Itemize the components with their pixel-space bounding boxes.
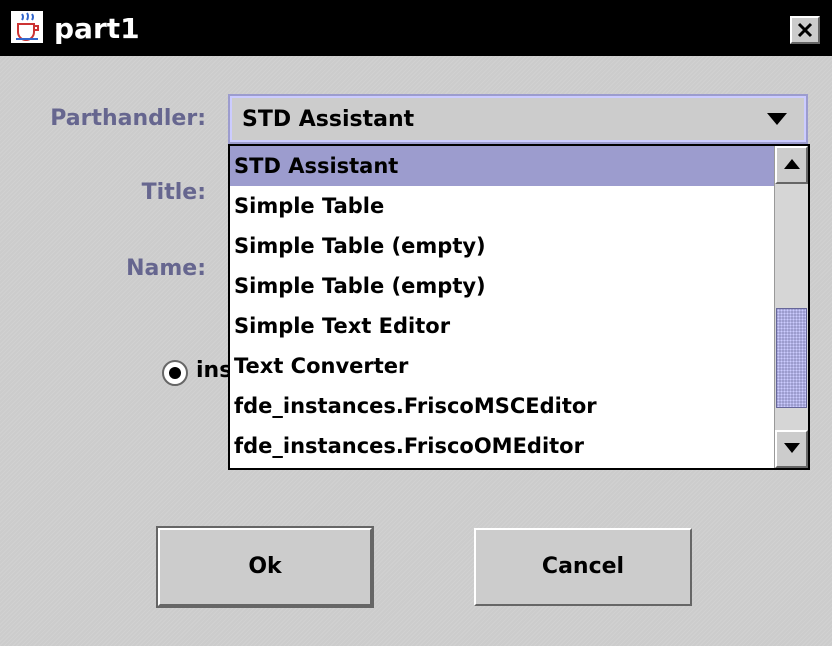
ok-button[interactable]: Ok [156,526,374,608]
chevron-down-icon[interactable] [766,112,788,126]
scroll-down-button[interactable] [775,430,808,468]
instance-radio-label: ins [196,358,228,383]
name-label: Name: [126,256,206,281]
close-button[interactable] [790,16,820,44]
close-x-icon [797,22,813,38]
list-item[interactable]: fde_instances.FriscoMSCEditor [230,386,774,426]
parthandler-combobox[interactable]: STD Assistant [228,94,808,144]
scroll-up-button[interactable] [775,146,808,184]
instance-radio[interactable] [162,360,188,386]
radio-selected-dot [169,367,181,379]
list-item[interactable]: Simple Table (empty) [230,226,774,266]
java-cup-icon [11,11,43,43]
scroll-thumb[interactable] [776,308,807,408]
arrow-up-icon [784,159,800,169]
list-item[interactable]: Simple Table [230,186,774,226]
list-item[interactable]: Text Converter [230,346,774,386]
window-title: part1 [54,12,140,45]
cancel-button[interactable]: Cancel [474,528,692,606]
list-item[interactable]: STD Assistant [230,146,774,186]
parthandler-label: Parthandler: [50,106,206,131]
parthandler-dropdown-list[interactable]: STD Assistant Simple Table Simple Table … [228,144,810,470]
parthandler-selected-value: STD Assistant [242,107,415,132]
list-item[interactable]: fde_instances.FriscoOMEditor [230,426,774,466]
list-item[interactable]: Simple Text Editor [230,306,774,346]
arrow-down-icon [784,443,800,453]
title-label: Title: [141,180,206,205]
list-item[interactable]: Simple Table (empty) [230,266,774,306]
vertical-scrollbar[interactable] [774,146,808,468]
option-list: STD Assistant Simple Table Simple Table … [230,146,774,468]
window-titlebar[interactable]: part1 [0,0,832,56]
